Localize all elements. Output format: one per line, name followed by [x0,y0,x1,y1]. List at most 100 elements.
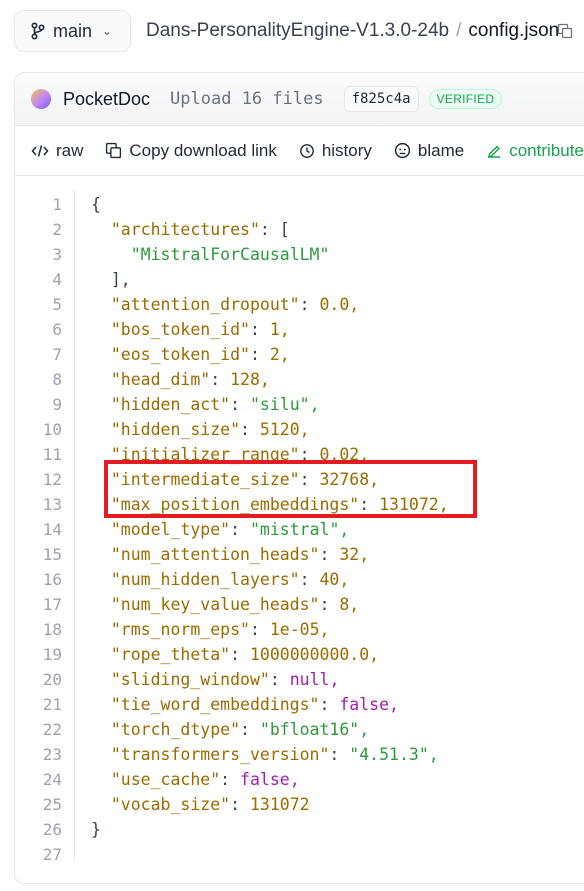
breadcrumb-file: config.json [468,20,560,41]
copy-download-label: Copy download link [129,140,277,160]
history-button[interactable]: history [299,141,372,161]
json-value: null, [289,670,340,689]
json-key: "intermediate_size" [110,470,300,489]
json-value: "bfloat16", [259,720,370,739]
json-value: 131072 [249,795,310,814]
copy-download-link-button[interactable]: Copy download link [105,140,277,161]
breadcrumb-repo[interactable]: Dans-PersonalityEngine-V1.3.0-24b [146,20,449,42]
line-number[interactable]: 9 [15,392,62,417]
json-value: 1, [269,320,290,339]
line-number[interactable]: 14 [15,517,62,542]
code-text: "hidden_size": 5120, [110,420,310,439]
branch-label: main [53,20,93,41]
code-line: 5 "attention_dropout": 0.0, [15,292,584,317]
line-number[interactable]: 26 [15,817,62,842]
json-key: "num_hidden_layers" [110,570,300,589]
blame-label: blame [417,140,465,160]
branch-selector[interactable]: main ⌄ [14,10,131,52]
line-number[interactable]: 17 [15,592,62,617]
code-line: 12 "intermediate_size": 32768, [15,467,584,492]
code-text: "bos_token_id": 1, [110,320,290,339]
code-text: "architectures": [ [110,220,290,239]
raw-button[interactable]: raw [31,141,83,161]
code-text: "rope_theta": 1000000000.0, [110,645,380,664]
json-value: 8, [339,595,360,614]
contribute-button[interactable]: contribute [486,141,584,161]
branch-icon [31,22,45,40]
commit-row: PocketDoc Upload 16 files f825c4a VERIFI… [15,73,584,126]
json-value: 128, [230,370,270,389]
blame-icon [394,142,411,159]
chevron-down-icon: ⌄ [102,24,113,38]
json-value: 40, [319,570,350,589]
json-key: "eos_token_id" [110,345,250,364]
line-number[interactable]: 11 [15,442,62,467]
line-number[interactable]: 18 [15,617,62,642]
code-line: 15 "num_attention_heads": 32, [15,542,584,567]
breadcrumb-separator: / [456,20,462,41]
json-value: false, [240,770,300,789]
code-text: "initializer_range": 0.02, [110,445,370,464]
json-value: 1e-05, [269,620,330,639]
json-key: "hidden_size" [110,420,241,439]
code-line: 4 ], [15,267,584,292]
code-text: "torch_dtype": "bfloat16", [110,720,370,739]
code-line: 22 "torch_dtype": "bfloat16", [15,717,584,742]
commit-sha[interactable]: f825c4a [343,86,419,112]
blame-button[interactable]: blame [394,141,464,161]
code-line: 1{ [15,192,584,217]
code-line: 14 "model_type": "mistral", [15,517,584,542]
copy-icon[interactable] [557,23,573,39]
line-number[interactable]: 5 [15,292,62,317]
line-number[interactable]: 1 [15,192,62,217]
line-number[interactable]: 22 [15,717,62,742]
line-number[interactable]: 13 [15,492,62,517]
line-number[interactable]: 20 [15,667,62,692]
code-text: "use_cache": false, [110,770,300,789]
line-number[interactable]: 23 [15,742,62,767]
commit-message[interactable]: Upload 16 files [170,89,324,109]
json-key: "torch_dtype" [110,720,241,739]
json-key: "use_cache" [110,770,221,789]
code-text: "eos_token_id": 2, [110,345,290,364]
code-line: 9 "hidden_act": "silu", [15,392,584,417]
code-line: 2 "architectures": [ [15,217,584,242]
json-key: "rms_norm_eps" [110,620,250,639]
json-value: [ [279,220,290,239]
line-number[interactable]: 3 [15,242,62,267]
json-key: "vocab_size" [110,795,231,814]
avatar[interactable] [31,89,51,109]
json-value: false, [339,695,399,714]
line-number[interactable]: 6 [15,317,62,342]
line-number[interactable]: 7 [15,342,62,367]
code-line: 24 "use_cache": false, [15,767,584,792]
json-value: 32768, [319,470,380,489]
code-line: 11 "initializer_range": 0.02, [15,442,584,467]
json-value: "mistral", [249,520,350,539]
line-number[interactable]: 16 [15,567,62,592]
commit-author[interactable]: PocketDoc [63,89,150,110]
json-key: "sliding_window" [110,670,270,689]
line-number[interactable]: 2 [15,217,62,242]
verified-badge: VERIFIED [428,89,503,109]
raw-label: raw [56,140,84,160]
json-value: 0.02, [319,445,370,464]
json-key: "num_key_value_heads" [110,595,320,614]
line-number[interactable]: 4 [15,267,62,292]
code-line: 23 "transformers_version": "4.51.3", [15,742,584,767]
line-number[interactable]: 12 [15,467,62,492]
code-line: 8 "head_dim": 128, [15,367,584,392]
line-number[interactable]: 10 [15,417,62,442]
breadcrumb: Dans-PersonalityEngine-V1.3.0-24b / conf… [146,20,559,42]
line-number[interactable]: 24 [15,767,62,792]
line-number[interactable]: 19 [15,642,62,667]
line-number[interactable]: 21 [15,692,62,717]
top-bar: main ⌄ Dans-PersonalityEngine-V1.3.0-24b… [0,0,584,66]
code-line: 13 "max_position_embeddings": 131072, [15,492,584,517]
line-number[interactable]: 15 [15,542,62,567]
code-line: 18 "rms_norm_eps": 1e-05, [15,617,584,642]
line-number[interactable]: 27 [15,842,62,867]
code-text: "intermediate_size": 32768, [110,470,380,489]
line-number[interactable]: 8 [15,367,62,392]
line-number[interactable]: 25 [15,792,62,817]
